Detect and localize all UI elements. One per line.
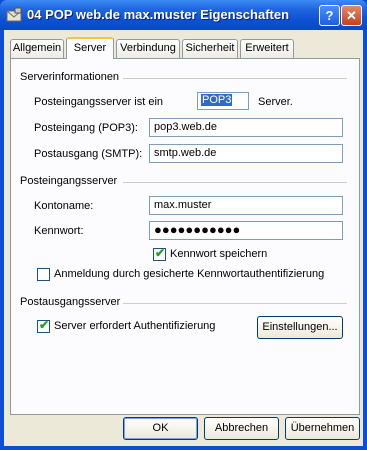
tab-verbindung[interactable]: Verbindung xyxy=(116,39,180,58)
spa-checkbox[interactable] xyxy=(37,268,50,281)
outgoing-divider xyxy=(123,303,347,304)
account-name-input[interactable]: max.muster xyxy=(149,196,343,215)
smtp-server-input[interactable]: smtp.web.de xyxy=(149,144,343,163)
tab-sicherheit[interactable]: Sicherheit xyxy=(182,39,238,58)
serverinfo-divider xyxy=(123,78,347,79)
save-password-label[interactable]: Kennwort speichern xyxy=(170,248,267,260)
title-bar[interactable]: 04 POP web.de max.muster Eigenschaften ?… xyxy=(0,0,367,30)
settings-button[interactable]: Einstellungen... xyxy=(257,316,343,339)
help-button[interactable]: ? xyxy=(319,5,340,26)
incoming-type-suffix: Server. xyxy=(258,96,293,108)
pop3-server-input[interactable]: pop3.web.de xyxy=(149,118,343,137)
incoming-divider xyxy=(123,182,347,183)
mail-account-icon xyxy=(6,7,22,22)
smtp-label: Postausgang (SMTP): xyxy=(34,148,143,160)
save-password-checkbox[interactable]: ✔ xyxy=(153,246,166,261)
apply-button[interactable]: Übernehmen xyxy=(285,417,360,440)
checkmark-icon: ✔ xyxy=(155,246,166,260)
incoming-type-label: Posteingangsserver ist ein xyxy=(34,96,164,108)
close-button[interactable]: ✕ xyxy=(341,5,362,26)
pop3-label: Posteingang (POP3): xyxy=(34,122,138,134)
tab-erweitert[interactable]: Erweitert xyxy=(240,39,294,58)
server-auth-checkbox[interactable]: ✔ xyxy=(37,318,50,333)
password-input[interactable]: ●●●●●●●●●●● xyxy=(149,221,343,240)
window-title: 04 POP web.de max.muster Eigenschaften xyxy=(27,7,290,22)
server-tab-panel: Serverinformationen Posteingangsserver i… xyxy=(10,58,360,415)
dialog-client-area: Allgemein Server Verbindung Sicherheit E… xyxy=(4,30,363,446)
server-auth-label[interactable]: Server erfordert Authentifizierung xyxy=(54,320,215,332)
spa-label[interactable]: Anmeldung durch gesicherte Kennwortauthe… xyxy=(54,268,324,280)
outgoing-heading: Postausgangsserver xyxy=(20,296,121,308)
account-label: Kontoname: xyxy=(34,200,94,212)
tab-server[interactable]: Server xyxy=(66,37,114,59)
password-label: Kennwort: xyxy=(34,225,84,237)
serverinfo-heading: Serverinformationen xyxy=(20,71,120,83)
incoming-type-value[interactable]: POP3 xyxy=(197,92,249,110)
ok-button[interactable]: OK xyxy=(123,417,198,440)
tab-allgemein[interactable]: Allgemein xyxy=(10,39,64,58)
incoming-heading: Posteingangsserver xyxy=(20,175,118,187)
cancel-button[interactable]: Abbrechen xyxy=(204,417,279,440)
properties-dialog: 04 POP web.de max.muster Eigenschaften ?… xyxy=(0,0,367,450)
tab-strip: Allgemein Server Verbindung Sicherheit E… xyxy=(10,37,360,59)
checkmark-icon: ✔ xyxy=(39,318,50,332)
